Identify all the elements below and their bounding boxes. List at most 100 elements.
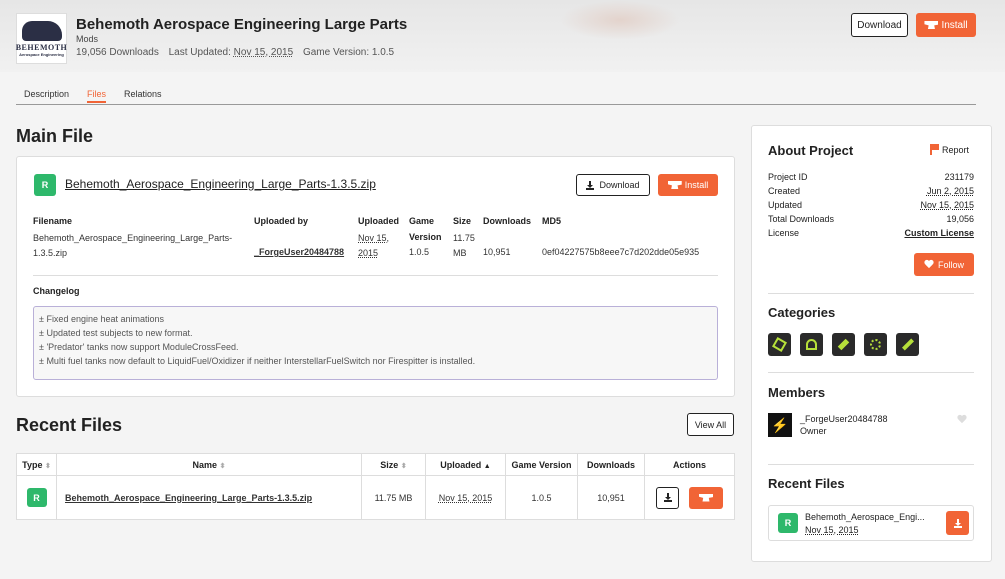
column-size-label: Size xyxy=(380,459,399,470)
main-install-button[interactable]: Install xyxy=(658,174,718,196)
downloads-cell: 10,951 xyxy=(577,475,645,520)
recent-file-info: Behemoth_Aerospace_Engi... Nov 15, 2015 xyxy=(805,511,925,537)
file-name-link[interactable]: Behemoth_Aerospace_Engineering_Large_Par… xyxy=(65,493,312,503)
changelog-line: ± 'Predator' tanks now support ModuleCro… xyxy=(39,342,239,352)
download-icon xyxy=(663,493,672,502)
report-link[interactable]: Report xyxy=(930,144,969,155)
tab-relations[interactable]: Relations xyxy=(124,89,162,99)
game-version-header: Game Version xyxy=(409,216,442,242)
structural-icon-shape xyxy=(806,339,817,350)
logo-subtext: Aerospace Engineering xyxy=(19,51,64,57)
tweak-icon-shape xyxy=(901,338,914,351)
tab-files[interactable]: Files xyxy=(87,89,107,103)
updated-value: Nov 15, 2015 xyxy=(920,200,974,210)
view-all-button[interactable]: View All xyxy=(687,413,734,436)
project-id-label: Project ID xyxy=(768,172,808,182)
project-sidebar: About Project Report Project ID 231179 Cr… xyxy=(751,125,992,562)
parts-icon-shape xyxy=(870,339,881,350)
project-category[interactable]: Mods xyxy=(76,34,98,44)
project-id-row: Project ID 231179 xyxy=(768,170,974,184)
column-name-label: Name xyxy=(192,459,218,470)
uploaded-header: Uploaded xyxy=(358,216,400,226)
recent-file-download-button[interactable] xyxy=(946,511,969,535)
structural-icon[interactable] xyxy=(800,333,823,356)
recent-file-card[interactable]: R Behemoth_Aerospace_Engi... Nov 15, 201… xyxy=(768,505,974,541)
column-name[interactable]: Name ⬍ xyxy=(56,453,362,476)
column-game-version[interactable]: Game Version xyxy=(505,453,578,476)
divider xyxy=(768,293,974,294)
release-badge: R xyxy=(778,513,798,533)
sort-icon: ⬍ xyxy=(400,462,407,470)
license-link[interactable]: Custom License xyxy=(904,226,974,240)
size-header: Size xyxy=(453,216,472,226)
uploaded-date: Nov 15, 2015 xyxy=(438,492,493,503)
main-file-name-link[interactable]: Behemoth_Aerospace_Engineering_Large_Par… xyxy=(65,177,376,191)
divider xyxy=(768,464,974,465)
recent-files-table: Type ⬍ Name ⬍ Size ⬍ Uploaded ▲ Game Ver… xyxy=(16,453,735,520)
recent-files-heading: Recent Files xyxy=(16,415,123,435)
heart-icon xyxy=(924,260,934,269)
md5-value: 0ef04227575b8eee7c7d202dde05e935 xyxy=(542,247,700,257)
column-type[interactable]: Type ⬍ xyxy=(16,453,57,476)
total-downloads-label: Total Downloads xyxy=(768,214,835,224)
total-downloads-row: Total Downloads 19,056 xyxy=(768,212,974,226)
download-icon xyxy=(586,180,595,190)
member-role: Owner xyxy=(800,426,827,436)
main-download-button[interactable]: Download xyxy=(576,174,650,196)
table-row: R Behemoth_Aerospace_Engineering_Large_P… xyxy=(16,475,735,520)
avatar[interactable]: ⚡ xyxy=(768,413,792,437)
install-label: Install xyxy=(941,19,968,31)
last-updated-label: Last Updated: xyxy=(168,47,231,58)
size-line-2: MB xyxy=(453,248,467,258)
divider xyxy=(768,372,974,373)
follow-button[interactable]: Follow xyxy=(914,253,974,276)
uploaded-by-header: Uploaded by xyxy=(254,216,309,226)
anvil-icon xyxy=(699,493,713,502)
project-tabs: Description Files Relations xyxy=(16,89,976,105)
members-heading: Members xyxy=(768,385,826,400)
project-logo: BEHEMOTH Aerospace Engineering xyxy=(16,13,67,64)
header-download-button[interactable]: Download xyxy=(851,13,908,37)
filename-value: Behemoth_Aerospace_Engineering_Large_Par… xyxy=(33,231,232,261)
uploaded-value: Nov 15, 2015 xyxy=(358,231,389,261)
header-background-art xyxy=(560,0,680,40)
column-downloads[interactable]: Downloads xyxy=(577,453,645,476)
tab-description[interactable]: Description xyxy=(24,89,69,99)
size-value: 11.75 MB xyxy=(453,231,475,261)
last-updated: Last Updated: Nov 15, 2015 xyxy=(169,47,294,58)
downloads-value: 10,951 xyxy=(483,247,511,257)
member-name[interactable]: _ForgeUser20484788 xyxy=(800,413,888,425)
about-project-heading: About Project xyxy=(768,143,854,158)
updated-row: Updated Nov 15, 2015 xyxy=(768,198,974,212)
uploaded-cell: Nov 15, 2015 xyxy=(425,475,506,520)
parts-icon[interactable] xyxy=(864,333,887,356)
column-uploaded[interactable]: Uploaded ▲ xyxy=(425,453,506,476)
logo-text: BEHEMOTH xyxy=(15,42,68,52)
header-install-button[interactable]: Install xyxy=(916,13,976,37)
main-file-card: R Behemoth_Aerospace_Engineering_Large_P… xyxy=(16,156,735,397)
changelog-line: ± Fixed engine heat animations xyxy=(39,314,165,324)
sort-icon: ⬍ xyxy=(44,462,51,470)
tweak-icon[interactable] xyxy=(896,333,919,356)
cube-icon[interactable] xyxy=(768,333,791,356)
size-line-1: 11.75 xyxy=(453,233,475,243)
name-cell: Behemoth_Aerospace_Engineering_Large_Par… xyxy=(56,475,362,520)
created-label: Created xyxy=(768,186,801,196)
anvil-icon xyxy=(924,21,939,29)
side-recent-files-heading: Recent Files xyxy=(768,476,845,491)
column-uploaded-label: Uploaded xyxy=(440,459,482,470)
recent-file-name[interactable]: Behemoth_Aerospace_Engi... xyxy=(805,511,925,524)
row-download-button[interactable] xyxy=(656,486,679,509)
row-install-button[interactable] xyxy=(689,486,723,509)
download-count: 19,056 Downloads xyxy=(76,47,159,58)
project-header: BEHEMOTH Aerospace Engineering Behemoth … xyxy=(0,0,1005,72)
bear-icon xyxy=(21,20,62,41)
game-version: Game Version: 1.0.5 xyxy=(302,47,395,58)
project-id-value: 231179 xyxy=(944,172,974,182)
column-size[interactable]: Size ⬍ xyxy=(361,453,426,476)
fuel-tanks-icon[interactable] xyxy=(832,333,855,356)
sort-icon: ⬍ xyxy=(219,462,226,470)
uploader-link[interactable]: _ForgeUser20484788 xyxy=(254,245,344,260)
heart-icon[interactable] xyxy=(957,415,967,424)
filename-line-1: Behemoth_Aerospace_Engineering_Large_Par… xyxy=(33,233,233,243)
